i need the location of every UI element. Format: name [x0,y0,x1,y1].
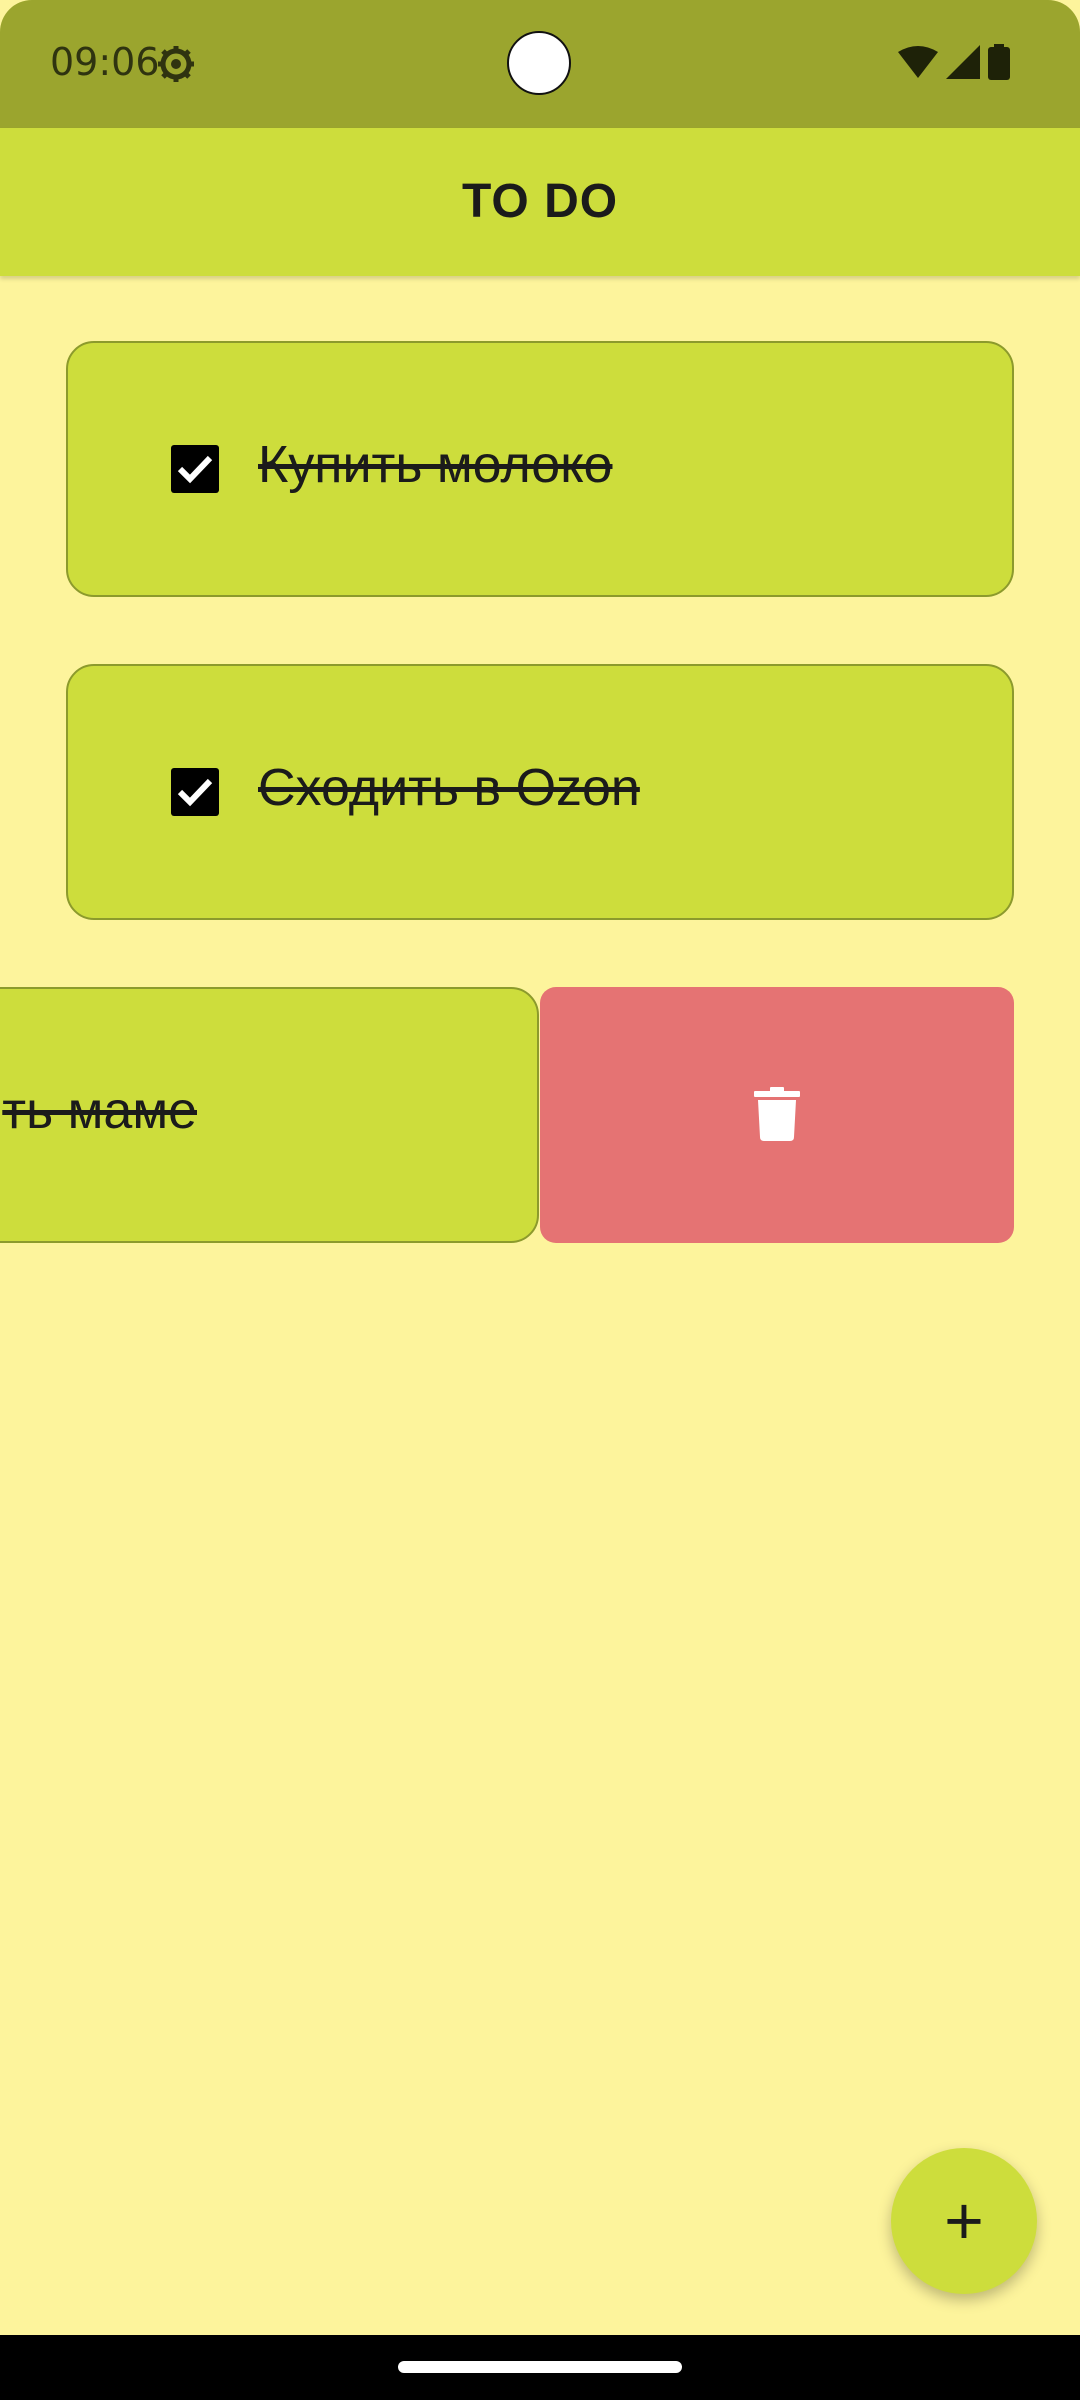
task-text: Сходить в Ozon [258,759,640,817]
trash-icon [754,1087,800,1141]
task-text: ть маме [2,1082,197,1140]
task-card[interactable]: Купить молоко [66,341,1014,597]
task-checkbox[interactable] [171,768,219,816]
delete-button[interactable] [540,987,1014,1243]
task-checkbox[interactable] [171,445,219,493]
app-bar: TO DO [0,128,1080,276]
add-task-button[interactable]: + [891,2148,1037,2294]
navigation-bar [0,2335,1080,2400]
home-indicator[interactable] [398,2361,682,2373]
plus-icon: + [944,2183,984,2259]
status-time: 09:06 [50,40,160,84]
task-text: Купить молоко [258,436,613,494]
battery-icon [988,43,1010,85]
task-card-swiped[interactable]: ть маме [0,987,539,1243]
status-bar: 09:06 [0,0,1080,128]
gear-icon [156,44,196,84]
cellular-signal-icon [946,44,980,84]
task-card[interactable]: Сходить в Ozon [66,664,1014,920]
wifi-icon [898,45,938,83]
camera-cutout [507,31,571,95]
status-icons [898,43,1010,85]
page-title: TO DO [461,175,619,228]
